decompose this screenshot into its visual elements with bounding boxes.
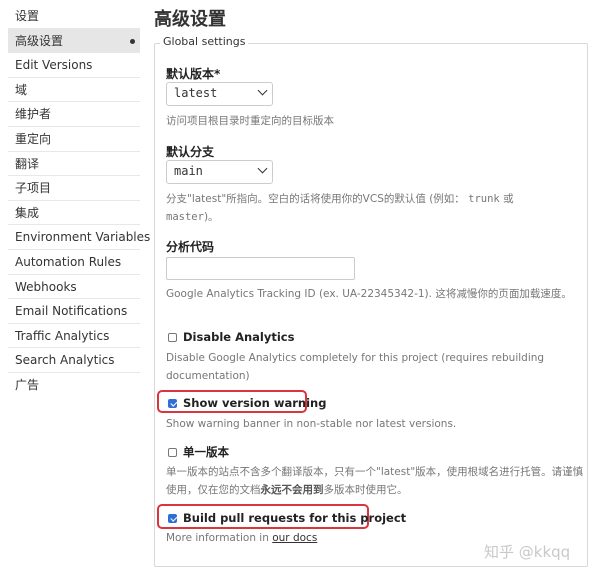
- active-dot-icon: [130, 38, 135, 44]
- default-branch-select[interactable]: main: [166, 160, 273, 184]
- sidebar-item-automation-rules[interactable]: Automation Rules: [8, 250, 140, 275]
- sidebar-item-domains[interactable]: 域: [8, 78, 140, 103]
- build-pull-requests-checkbox[interactable]: [168, 513, 177, 523]
- sidebar-item-subprojects[interactable]: 子项目: [8, 176, 140, 201]
- default-branch-help: 分支"latest"所指向。空白的话将使用你的VCS的默认值 (例如： trun…: [166, 190, 576, 226]
- default-version-help: 访问项目根目录时重定向的目标版本: [166, 115, 334, 127]
- show-version-warning-help: Show warning banner in non-stable nor la…: [166, 418, 457, 430]
- default-version-select[interactable]: latest: [166, 82, 273, 106]
- fieldset-legend: Global settings: [160, 35, 249, 48]
- sidebar-item-edit-versions[interactable]: Edit Versions: [8, 53, 140, 78]
- single-version-row[interactable]: 单一版本: [168, 444, 229, 460]
- sidebar-item-translations[interactable]: 翻译: [8, 152, 140, 177]
- sidebar-item-advanced-settings[interactable]: 高级设置: [8, 28, 140, 54]
- default-branch-label: 默认分支: [166, 145, 215, 159]
- single-version-help-text: 多版本时使用它。: [323, 484, 408, 496]
- analytics-code-help: Google Analytics Tracking ID (ex. UA-223…: [166, 288, 572, 300]
- default-branch-help-code: master: [166, 211, 204, 223]
- chevron-down-icon: [257, 163, 268, 174]
- single-version-checkbox[interactable]: [168, 447, 177, 457]
- show-version-warning-checkbox[interactable]: [168, 398, 177, 408]
- sidebar-item-search-analytics[interactable]: Search Analytics: [8, 348, 140, 373]
- sidebar-item-maintainers[interactable]: 维护者: [8, 102, 140, 127]
- disable-analytics-checkbox[interactable]: [168, 332, 177, 342]
- default-version-value: latest: [174, 86, 218, 100]
- watermark: 知乎 @kkqq: [484, 543, 571, 561]
- build-pull-requests-label: Build pull requests for this project: [183, 511, 407, 525]
- sidebar-item-environment-variables[interactable]: Environment Variables: [8, 225, 150, 250]
- single-version-label: 单一版本: [183, 445, 229, 459]
- sidebar-item-email-notifications[interactable]: Email Notifications: [8, 299, 140, 324]
- default-branch-value: main: [174, 164, 203, 178]
- analytics-code-label: 分析代码: [166, 240, 215, 254]
- default-branch-help-text: 分支"latest"所指向。空白的话将使用你的VCS的默认值 (例如：: [166, 193, 465, 205]
- single-version-help: 单一版本的站点不含多个翻译版本，只有一个"latest"版本，使用根域名进行托管…: [166, 463, 586, 499]
- default-branch-help-text: )。: [203, 211, 219, 223]
- default-branch-help-text: 或: [503, 193, 514, 205]
- disable-analytics-row[interactable]: Disable Analytics: [168, 330, 294, 344]
- sidebar-item-settings[interactable]: 设置: [8, 4, 140, 29]
- sidebar-item-label: 高级设置: [15, 33, 64, 48]
- chevron-down-icon: [257, 85, 268, 96]
- build-pull-requests-help-text: More information in: [166, 532, 273, 544]
- default-branch-help-code: trunk: [468, 193, 500, 205]
- disable-analytics-label: Disable Analytics: [183, 330, 295, 344]
- page-title: 高级设置: [154, 9, 226, 30]
- build-pull-requests-row[interactable]: Build pull requests for this project: [168, 511, 406, 525]
- analytics-code-input[interactable]: [166, 257, 355, 280]
- single-version-help-emphasis: 永远不会用到: [260, 484, 324, 496]
- sidebar-item-webhooks[interactable]: Webhooks: [8, 275, 140, 300]
- disable-analytics-help: Disable Google Analytics completely for …: [166, 352, 545, 382]
- sidebar-nav: 设置 高级设置 Edit Versions 域 维护者 重定向 翻译 子项目 集…: [8, 4, 150, 398]
- show-version-warning-label: Show version warning: [183, 396, 327, 410]
- sidebar-item-traffic-analytics[interactable]: Traffic Analytics: [8, 324, 140, 349]
- default-version-label: 默认版本*: [166, 67, 221, 81]
- sidebar-item-redirects[interactable]: 重定向: [8, 127, 140, 152]
- our-docs-link[interactable]: our docs: [272, 532, 317, 544]
- sidebar-item-integrations[interactable]: 集成: [8, 201, 140, 226]
- sidebar-item-ads[interactable]: 广告: [8, 373, 140, 398]
- show-version-warning-row[interactable]: Show version warning: [168, 396, 326, 410]
